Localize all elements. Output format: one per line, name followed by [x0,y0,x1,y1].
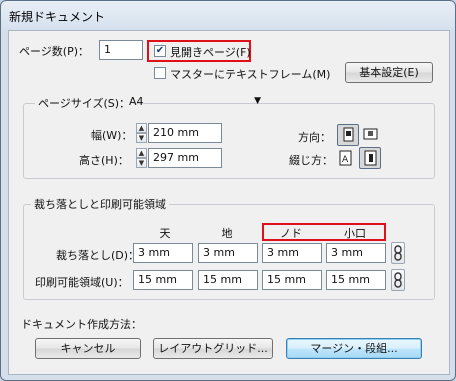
landscape-button[interactable] [361,124,383,146]
bleed-bottom-input[interactable]: 3 mm [198,243,258,263]
layout-grid-button[interactable]: レイアウトグリッド... [153,338,273,359]
basic-settings-button[interactable]: 基本設定(E) [345,62,433,83]
bleed-slug-group-label: 裁ち落としと印刷可能領域 [31,196,169,212]
binding-right-button[interactable] [359,147,381,169]
chain-link-icon [394,272,402,288]
page-count-input[interactable]: 1 [99,40,143,60]
master-text-frame-label: マスターにテキストフレーム(M) [170,68,331,81]
portrait-icon [343,127,354,142]
new-document-dialog: 新規ドキュメント ページ数(P)： 1 ✔ 見開きページ(F) マスターにテキス… [0,0,456,381]
height-label: 高さ(H)： [79,154,129,167]
svg-text:A: A [342,155,349,165]
slug-link-button[interactable] [391,269,405,291]
cancel-button[interactable]: キャンセル [35,338,141,359]
slug-label: 印刷可能領域(U)： [35,276,129,289]
column-gutter-label: ノド [280,227,302,240]
creation-method-label: ドキュメント作成方法： [21,318,142,331]
dialog-body: ページ数(P)： 1 ✔ 見開きページ(F) マスターにテキストフレーム(M) … [8,30,450,375]
binding-label: 綴じ方： [289,154,333,167]
orientation-label: 方向： [298,131,331,144]
spin-down-icon[interactable]: ▼ [136,133,147,143]
width-label: 幅(W)： [91,129,133,142]
spin-down-icon[interactable]: ▼ [136,158,147,168]
column-top-label: 天 [159,227,171,240]
page-size-value: A4 [129,95,144,108]
slug-bottom-input[interactable]: 15 mm [198,270,258,290]
bleed-top-input[interactable]: 3 mm [133,243,193,263]
master-text-frame-checkbox[interactable] [154,67,166,79]
bleed-gutter-input[interactable]: 3 mm [262,243,322,263]
binding-left-icon: A [339,150,352,166]
bleed-label: 裁ち落とし(D)： [56,249,140,262]
slug-top-input[interactable]: 15 mm [133,270,193,290]
bleed-edge-input[interactable]: 3 mm [326,243,386,263]
landscape-icon [363,128,378,140]
spin-up-icon[interactable]: ▲ [136,148,147,158]
margins-columns-button[interactable]: マージン・段組... [286,338,422,359]
facing-pages-checkbox[interactable]: ✔ [154,45,166,57]
page-size-select[interactable]: A4 ▼ [124,92,266,112]
facing-pages-label: 見開きページ(F) [170,46,251,59]
page-count-label: ページ数(P)： [19,45,89,58]
binding-right-icon [364,150,377,166]
dropdown-arrow-icon: ▼ [254,96,261,106]
bleed-link-button[interactable] [391,242,405,264]
slug-gutter-input[interactable]: 15 mm [262,270,322,290]
binding-left-button[interactable]: A [335,148,357,170]
title-bar[interactable]: 新規ドキュメント [1,1,455,29]
column-bottom-label: 地 [221,227,233,240]
chain-link-icon [394,245,402,261]
spin-up-icon[interactable]: ▲ [136,123,147,133]
window-title: 新規ドキュメント [9,10,106,24]
slug-edge-input[interactable]: 15 mm [326,270,386,290]
column-edge-label: 小口 [344,227,366,240]
height-input[interactable]: 297 mm [148,148,222,168]
portrait-button[interactable] [337,124,359,146]
width-spinner[interactable]: ▲ ▼ [136,123,147,143]
width-input[interactable]: 210 mm [148,123,222,143]
height-spinner[interactable]: ▲ ▼ [136,148,147,168]
page-size-label: ページサイズ(S)： [35,95,134,111]
